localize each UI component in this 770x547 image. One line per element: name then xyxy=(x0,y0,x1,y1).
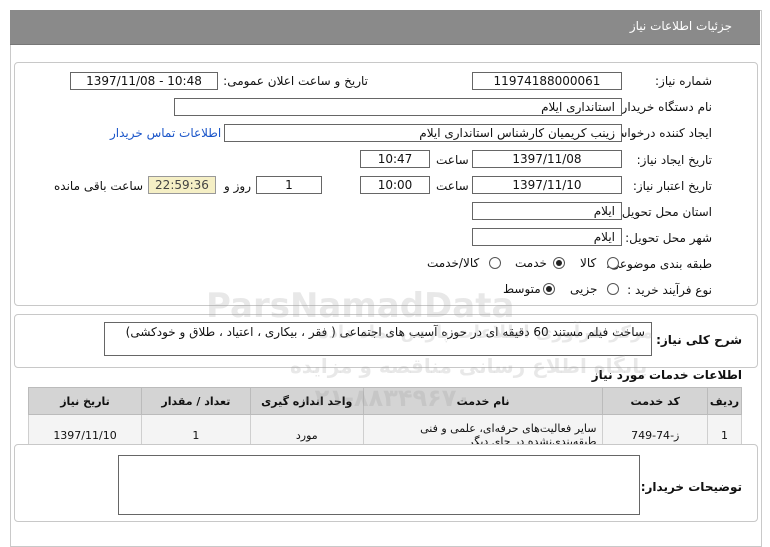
announce-datetime-label: تاریخ و ساعت اعلان عمومی: xyxy=(223,74,368,88)
validity-date-field[interactable]: 1397/11/10 xyxy=(472,176,622,194)
col-date: تاریخ نیاز xyxy=(27,387,143,415)
process-radio-medium[interactable] xyxy=(543,283,555,295)
created-time-label: ساعت xyxy=(436,153,469,167)
category-option-goods-service: کالا/خدمت xyxy=(427,256,480,270)
created-date-field[interactable]: 1397/11/08 xyxy=(472,150,622,168)
remaining-time-field: 22:59:36 xyxy=(148,176,216,194)
category-label: طبقه بندی موضوعی: xyxy=(605,257,712,271)
city-label: شهر محل تحویل: xyxy=(625,231,712,245)
process-option-minor: جزیی xyxy=(570,282,598,296)
title-bar: جزئیات اطلاعات نیاز xyxy=(10,10,760,45)
category-radio-service[interactable] xyxy=(553,257,565,269)
process-radio-minor[interactable] xyxy=(607,283,619,295)
province-field[interactable]: ایلام xyxy=(472,202,622,220)
need-number-field[interactable]: 11974188000061 xyxy=(472,72,622,90)
description-field[interactable]: ساخت فیلم مستند 60 دقیقه ای در حوزه آسیب… xyxy=(104,322,652,356)
process-type-label: نوع فرآیند خرید : xyxy=(627,283,712,297)
requester-field[interactable]: زینب کریمیان کارشناس استانداری ایلام xyxy=(224,124,622,142)
province-label: استان محل تحویل: xyxy=(617,205,712,219)
services-title: اطلاعات خدمات مورد نیاز xyxy=(591,368,742,382)
buyer-contact-link[interactable]: اطلاعات تماس خریدار xyxy=(110,126,221,140)
description-label: شرح کلی نیاز: xyxy=(656,333,742,347)
page-title: جزئیات اطلاعات نیاز xyxy=(629,19,732,33)
days-label: روز و xyxy=(224,179,251,193)
col-unit: واحد اندازه گیری xyxy=(249,387,364,415)
col-qty: تعداد / مقدار xyxy=(141,387,251,415)
col-name: نام خدمت xyxy=(362,387,604,415)
category-radio-goods[interactable] xyxy=(607,257,619,269)
category-radio-goods-service[interactable] xyxy=(489,257,501,269)
buyer-org-field[interactable]: استانداری ایلام xyxy=(174,98,622,116)
category-option-service: خدمت xyxy=(515,256,547,270)
col-row: ردیف xyxy=(706,387,743,415)
col-code: کد خدمت xyxy=(602,387,708,415)
created-date-label: تاریخ ایجاد نیاز: xyxy=(636,153,712,167)
city-field[interactable]: ایلام xyxy=(472,228,622,246)
category-option-goods: کالا xyxy=(580,256,597,270)
remaining-time-label: ساعت باقی مانده xyxy=(54,179,144,193)
need-number-label: شماره نیاز: xyxy=(655,74,712,88)
validity-date-label: تاریخ اعتبار نیاز: xyxy=(632,179,712,193)
services-header-row: ردیف کد خدمت نام خدمت واحد اندازه گیری ت… xyxy=(27,387,743,415)
buyer-notes-label: توضیحات خریدار: xyxy=(640,480,742,494)
process-option-medium: متوسط xyxy=(503,282,541,296)
created-time-field[interactable]: 10:47 xyxy=(360,150,430,168)
buyer-org-label: نام دستگاه خریدار: xyxy=(617,100,713,114)
remaining-days-field[interactable]: 1 xyxy=(256,176,322,194)
buyer-notes-field[interactable] xyxy=(118,455,640,515)
validity-time-label: ساعت xyxy=(436,179,469,193)
announce-datetime-field[interactable]: 1397/11/08 - 10:48 xyxy=(70,72,218,90)
validity-time-field[interactable]: 10:00 xyxy=(360,176,430,194)
